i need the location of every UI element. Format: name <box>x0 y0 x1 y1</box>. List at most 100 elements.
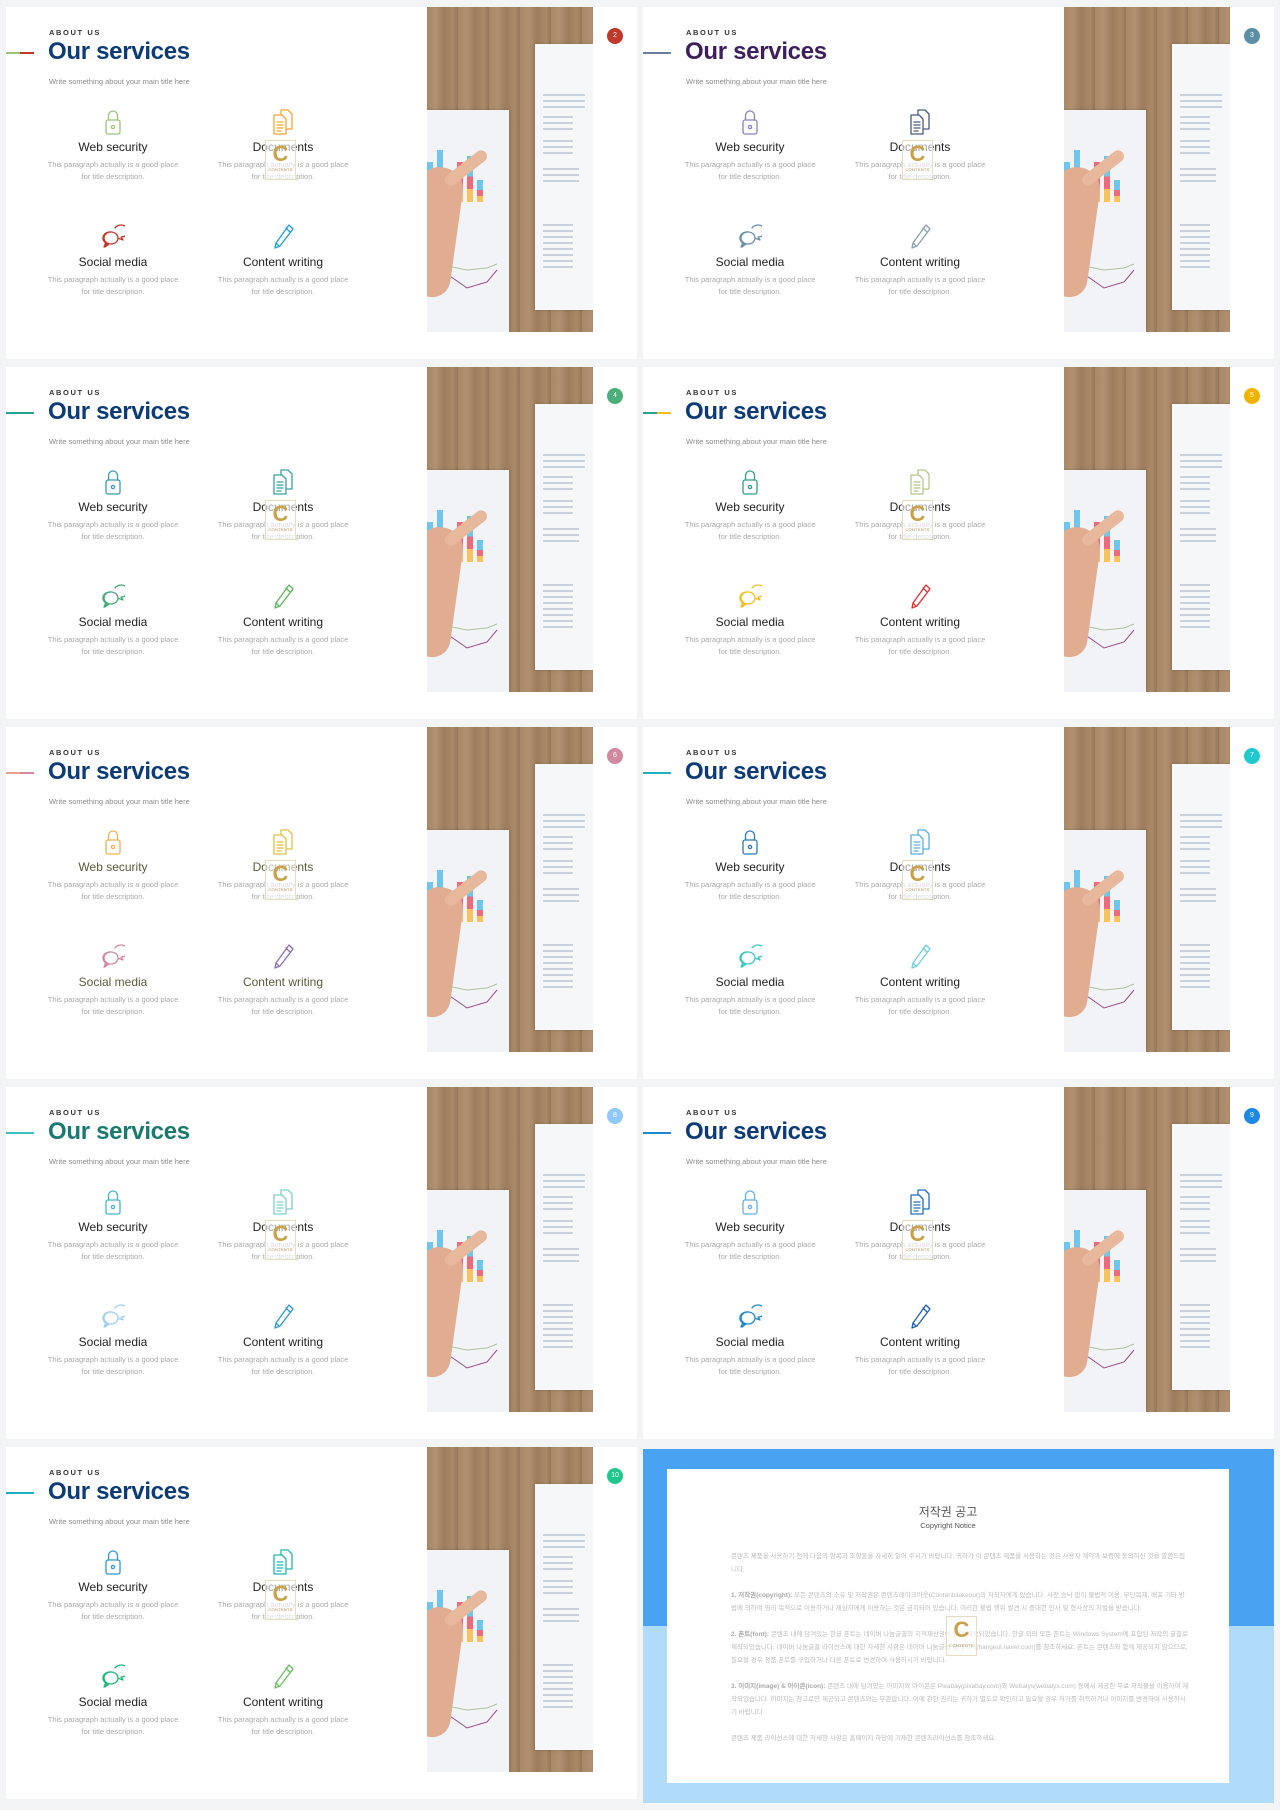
copyright-slide: 저작권 공고 Copyright Notice 콘텐츠 제품을 사용하기 전에 … <box>643 1449 1274 1803</box>
service-content-writing: Content writing This paragraph actually … <box>208 222 358 298</box>
service-description: This paragraph actually is a good placef… <box>47 520 179 541</box>
service-web-security: Web security This paragraph actually is … <box>38 467 188 543</box>
service-social-media: Social media This paragraph actually is … <box>38 1302 188 1378</box>
service-description: This paragraph actually is a good placef… <box>217 1715 349 1736</box>
service-content-writing: Content writing This paragraph actually … <box>845 942 995 1018</box>
accent-line <box>6 52 34 54</box>
copyright-item: 1. 저작권(copyright): 모든 콘텐츠의 소유 및 저작권은 콘텐츠… <box>731 1592 1185 1612</box>
documents-icon <box>273 1549 293 1575</box>
service-description: This paragraph actually is a good placef… <box>47 880 179 901</box>
service-social-media: Social media This paragraph actually is … <box>675 222 825 298</box>
slide-3[interactable]: ABOUT US Our services Write something ab… <box>643 7 1274 359</box>
eyebrow-label: ABOUT US <box>686 748 738 757</box>
lock-icon <box>742 470 758 495</box>
slide-number-badge: 6 <box>607 748 623 764</box>
slide-number-badge: 10 <box>607 1468 623 1484</box>
watermark-logo: C CONTENTS <box>265 140 296 180</box>
service-social-media: Social media This paragraph actually is … <box>38 1662 188 1738</box>
service-description: This paragraph actually is a good placef… <box>684 160 816 181</box>
watermark-logo: C CONTENTS <box>265 500 296 540</box>
slide-number-badge: 4 <box>607 388 623 404</box>
watermark-logo: C CONTENTS <box>902 1220 933 1260</box>
service-web-security: Web security This paragraph actually is … <box>675 1187 825 1263</box>
service-description: This paragraph actually is a good placef… <box>854 275 986 296</box>
page-title: Our services <box>48 1478 190 1505</box>
pencil-icon <box>274 1664 294 1689</box>
slide-number-badge: 2 <box>607 28 623 44</box>
pencil-icon <box>911 944 931 969</box>
service-label: Social media <box>78 615 148 629</box>
watermark-logo: C CONTENTS <box>265 1580 296 1620</box>
office-photo <box>427 727 593 1052</box>
service-description: This paragraph actually is a good placef… <box>854 635 986 656</box>
service-content-writing: Content writing This paragraph actually … <box>208 1662 358 1738</box>
eyebrow-label: ABOUT US <box>686 28 738 37</box>
eyebrow-label: ABOUT US <box>49 748 101 757</box>
slide-number-badge: 9 <box>1244 1108 1260 1124</box>
service-description: This paragraph actually is a good placef… <box>217 995 349 1016</box>
office-photo <box>1064 7 1230 332</box>
service-web-security: Web security This paragraph actually is … <box>675 827 825 903</box>
chat-bubbles-icon <box>102 944 125 968</box>
service-label: Content writing <box>242 1335 324 1349</box>
service-content-writing: Content writing This paragraph actually … <box>208 942 358 1018</box>
slide-5[interactable]: ABOUT US Our services Write something ab… <box>643 367 1274 719</box>
page-subtitle: Write something about your main title he… <box>49 797 190 806</box>
service-web-security: Web security This paragraph actually is … <box>38 1547 188 1623</box>
service-description: This paragraph actually is a good placef… <box>684 1355 816 1376</box>
office-photo <box>1064 1087 1230 1412</box>
service-label: Social media <box>715 975 785 989</box>
service-social-media: Social media This paragraph actually is … <box>38 222 188 298</box>
lock-icon <box>105 830 121 855</box>
documents-icon <box>273 109 293 135</box>
slide-9[interactable]: ABOUT US Our services Write something ab… <box>643 1087 1274 1439</box>
slide-7[interactable]: ABOUT US Our services Write something ab… <box>643 727 1274 1079</box>
service-description: This paragraph actually is a good placef… <box>47 995 179 1016</box>
resume-paper <box>535 404 593 670</box>
lock-icon <box>742 830 758 855</box>
page-title: Our services <box>48 1118 190 1145</box>
eyebrow-label: ABOUT US <box>49 28 101 37</box>
service-description: This paragraph actually is a good placef… <box>684 275 816 296</box>
eyebrow-label: ABOUT US <box>49 1108 101 1117</box>
service-label: Social media <box>78 975 148 989</box>
chat-bubbles-icon <box>102 584 125 608</box>
office-photo <box>427 7 593 332</box>
slide-10[interactable]: ABOUT US Our services Write something ab… <box>6 1447 637 1799</box>
page-title: Our services <box>48 398 190 425</box>
service-description: This paragraph actually is a good placef… <box>217 275 349 296</box>
watermark-logo: C CONTENTS <box>902 500 933 540</box>
service-label: Content writing <box>879 615 961 629</box>
page-subtitle: Write something about your main title he… <box>49 1517 190 1526</box>
service-label: Content writing <box>879 255 961 269</box>
service-content-writing: Content writing This paragraph actually … <box>208 1302 358 1378</box>
service-social-media: Social media This paragraph actually is … <box>38 582 188 658</box>
lock-icon <box>742 110 758 135</box>
lock-icon <box>105 470 121 495</box>
page-subtitle: Write something about your main title he… <box>686 1157 827 1166</box>
page-title: Our services <box>685 758 827 785</box>
page-subtitle: Write something about your main title he… <box>49 437 190 446</box>
page-title: Our services <box>685 1118 827 1145</box>
service-description: This paragraph actually is a good placef… <box>854 1355 986 1376</box>
service-label: Web security <box>715 140 785 154</box>
slide-2[interactable]: ABOUT US Our services Write something ab… <box>6 7 637 359</box>
pencil-icon <box>274 584 294 609</box>
service-label: Web security <box>715 860 785 874</box>
slide-6[interactable]: ABOUT US Our services Write something ab… <box>6 727 637 1079</box>
resume-paper <box>535 1124 593 1390</box>
service-description: This paragraph actually is a good placef… <box>47 1600 179 1621</box>
service-description: This paragraph actually is a good placef… <box>854 995 986 1016</box>
service-label: Content writing <box>879 975 961 989</box>
copyright-outro: 콘텐츠 제품 라이선스에 대한 자세한 사항은 홈페이지 하단에 기재한 콘텐츠… <box>731 1735 997 1742</box>
slide-8[interactable]: ABOUT US Our services Write something ab… <box>6 1087 637 1439</box>
watermark-logo: C CONTENTS <box>902 140 933 180</box>
page-title: Our services <box>685 398 827 425</box>
documents-icon <box>273 469 293 495</box>
service-web-security: Web security This paragraph actually is … <box>675 107 825 183</box>
resume-paper <box>1172 1124 1230 1390</box>
eyebrow-label: ABOUT US <box>686 1108 738 1117</box>
service-social-media: Social media This paragraph actually is … <box>675 942 825 1018</box>
slide-4[interactable]: ABOUT US Our services Write something ab… <box>6 367 637 719</box>
office-photo <box>427 367 593 692</box>
